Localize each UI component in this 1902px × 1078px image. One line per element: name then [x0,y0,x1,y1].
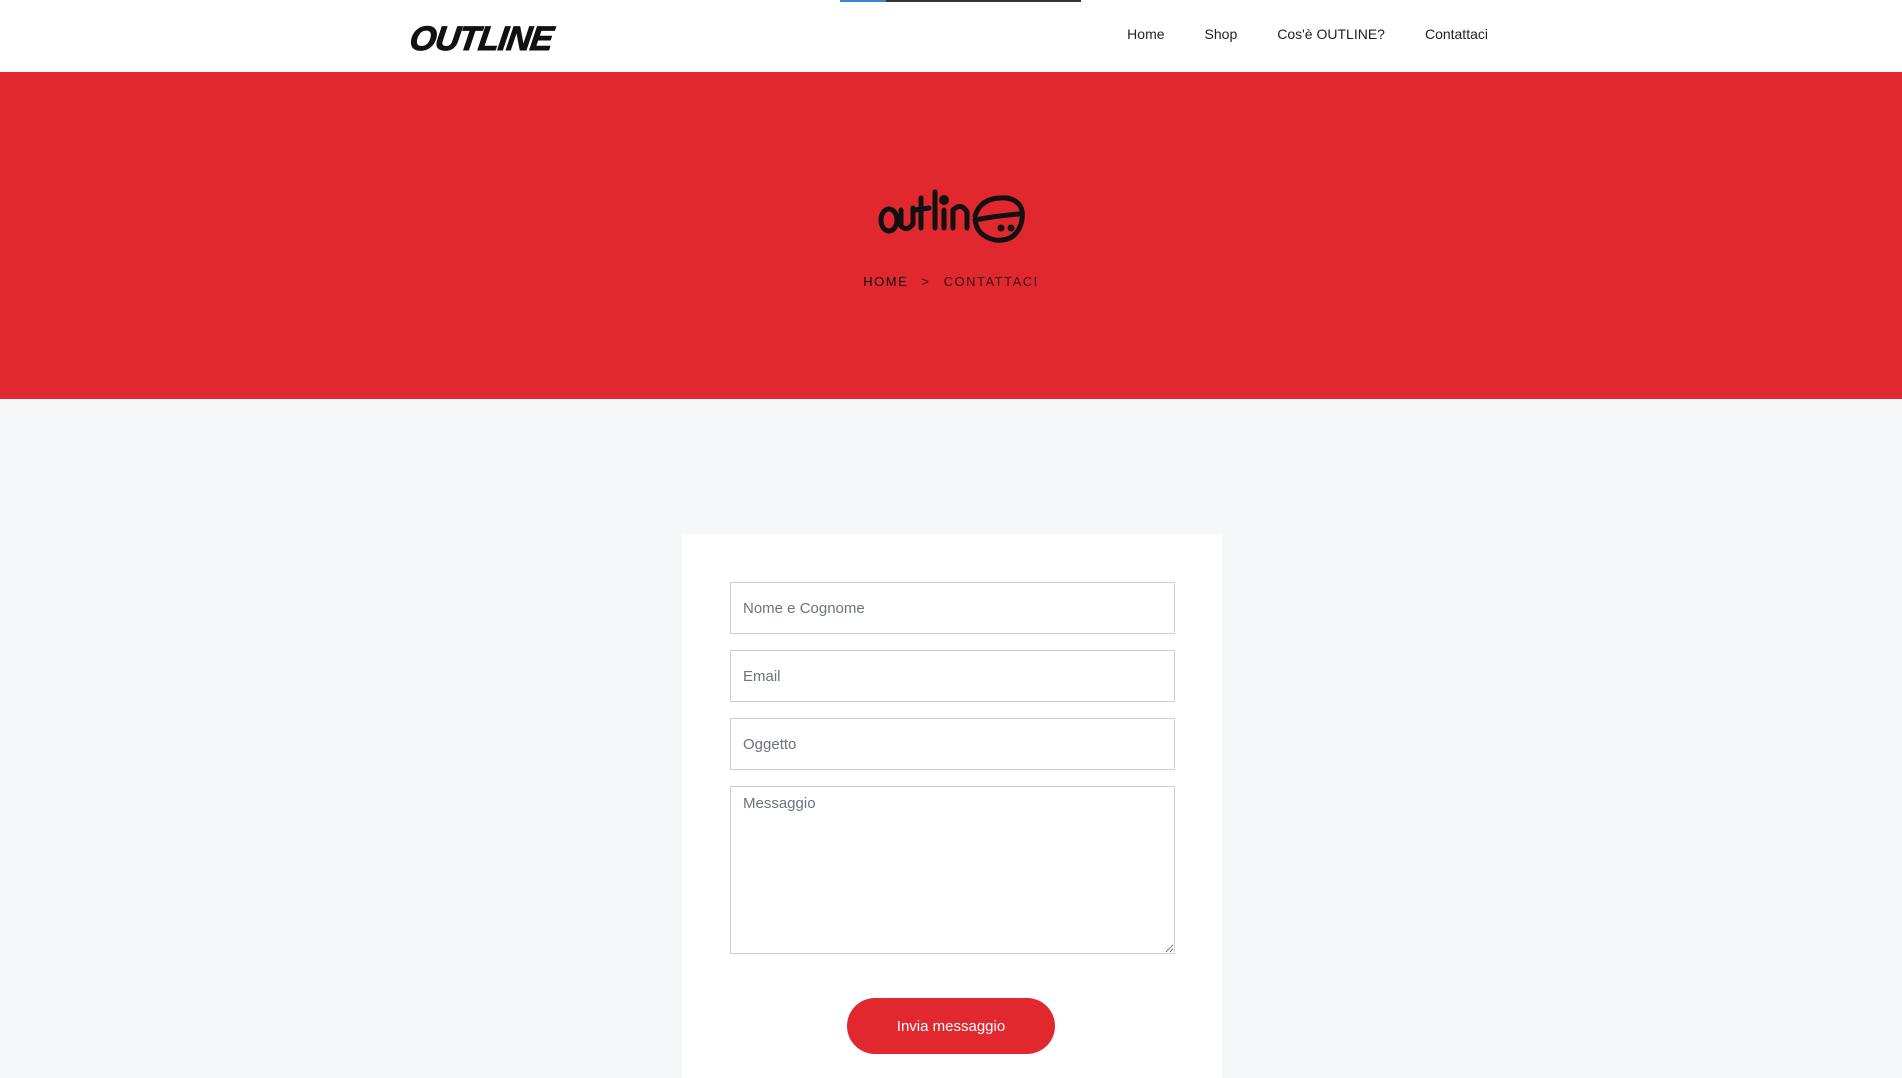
loading-progress-bar [840,0,1081,2]
site-logo[interactable]: OUTLINE [407,20,556,59]
send-message-button[interactable]: Invia messaggio [847,998,1055,1054]
message-field[interactable] [730,786,1175,954]
nav-item-home[interactable]: Home [1127,26,1164,42]
loading-progress-fill [840,0,886,2]
email-field[interactable] [730,650,1175,702]
breadcrumb-separator: > [921,274,931,289]
hero-banner: HOME > CONTATTACI [0,72,1902,399]
contact-form: Invia messaggio [682,534,1222,1078]
name-field[interactable] [730,582,1175,634]
page: OUTLINE Home Shop Cos'è OUTLINE? Contatt… [0,0,1902,1078]
subject-field[interactable] [730,718,1175,770]
breadcrumb: HOME > CONTATTACI [0,274,1902,289]
outline-graffiti-logo-icon [878,189,1025,243]
breadcrumb-home-link[interactable]: HOME [863,274,908,289]
nav-item-about[interactable]: Cos'è OUTLINE? [1277,26,1385,42]
nav-item-shop[interactable]: Shop [1205,26,1238,42]
breadcrumb-current: CONTATTACI [943,274,1039,289]
main-nav: Home Shop Cos'è OUTLINE? Contattaci [1127,26,1488,42]
nav-item-contact[interactable]: Contattaci [1425,26,1488,42]
site-header: OUTLINE Home Shop Cos'è OUTLINE? Contatt… [0,0,1902,72]
